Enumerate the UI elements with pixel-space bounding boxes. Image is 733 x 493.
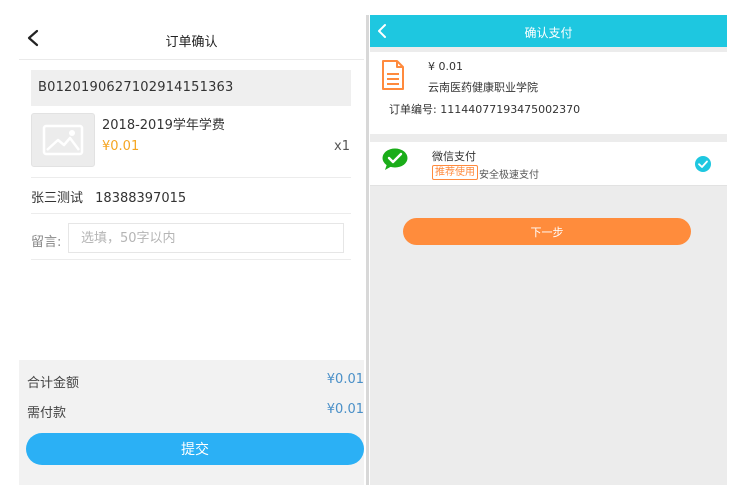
- product-price: ¥0.01: [102, 139, 140, 154]
- amount-due-label: 需付款: [27, 406, 67, 421]
- contact-phone: 18388397015: [95, 191, 187, 206]
- product-thumbnail: [31, 113, 95, 167]
- contact-info: 张三测试 18388397015: [31, 187, 186, 206]
- total-amount-label: 合计金额: [27, 376, 80, 391]
- page-title: 订单确认: [165, 35, 218, 50]
- image-placeholder-icon: [42, 124, 84, 156]
- divider: [31, 213, 351, 214]
- confirm-payment-screen: 确认支付 ¥ 0.01 云南医药健康职业学院 订单编号: 11144077193…: [370, 15, 727, 485]
- page-title: 确认支付: [524, 26, 573, 40]
- payment-order-card: ¥ 0.01 云南医药健康职业学院 订单编号: 1114407719347500…: [370, 52, 727, 134]
- order-summary: 合计金额 ¥0.01 需付款 ¥0.01 提交: [19, 360, 364, 485]
- payment-method-desc: 安全极速支付: [479, 170, 539, 181]
- order-number: B0120190627102914151363: [31, 70, 351, 106]
- panel-separator: [366, 15, 369, 485]
- remark-input[interactable]: [68, 223, 344, 253]
- amount-due-value: ¥0.01: [326, 402, 364, 417]
- product-name: 2018-2019学年学费: [102, 118, 225, 133]
- total-amount-value: ¥0.01: [326, 372, 364, 387]
- payment-amount: ¥ 0.01: [428, 60, 463, 73]
- product-quantity: x1: [334, 139, 350, 154]
- divider: [31, 177, 351, 178]
- recommend-badge: 推荐使用: [432, 165, 478, 180]
- next-step-button[interactable]: 下一步: [403, 218, 691, 245]
- order-confirm-screen: 订单确认 B0120190627102914151363 2018-2019学年…: [19, 15, 364, 485]
- payment-method-label: 微信支付: [432, 150, 476, 163]
- order-code: 订单编号: 11144077193475002370: [389, 103, 581, 116]
- document-icon: [382, 60, 404, 90]
- remark-label: 留言:: [31, 235, 62, 250]
- left-header: 订单确认: [19, 15, 364, 60]
- payee-name: 云南医药健康职业学院: [428, 81, 538, 94]
- right-header: 确认支付: [370, 15, 727, 47]
- submit-button[interactable]: 提交: [26, 433, 364, 465]
- check-circle-icon[interactable]: [694, 155, 712, 173]
- payment-method-wechat[interactable]: 微信支付 推荐使用 安全极速支付: [370, 142, 727, 186]
- divider: [31, 259, 351, 260]
- wechat-icon: [382, 148, 408, 170]
- contact-name: 张三测试: [31, 191, 84, 206]
